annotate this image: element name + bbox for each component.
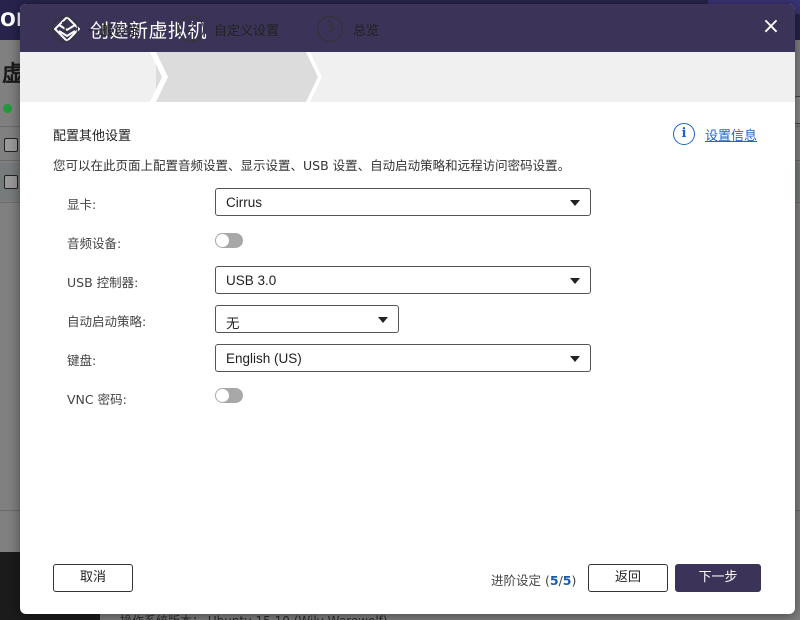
step-label: 一般设定 (88, 24, 141, 39)
keyboard-select[interactable]: English (US) (215, 344, 591, 372)
chevron-down-icon (378, 317, 388, 323)
chevron-down-icon (570, 356, 580, 362)
background-checkbox (4, 138, 18, 152)
toggle-knob (216, 234, 229, 247)
chevron-down-icon (570, 200, 580, 206)
step-general: 1 一般设定 (20, 4, 156, 54)
graphics-select[interactable]: Cirrus (215, 188, 591, 216)
audio-toggle[interactable] (215, 233, 243, 248)
step-separator-icon (306, 52, 322, 102)
keyboard-label: 键盘: (67, 353, 97, 368)
close-icon[interactable]: × (760, 16, 782, 38)
info-icon[interactable]: i (673, 123, 695, 145)
create-vm-dialog: 创建新虚拟机 × 1 一般设定 2 自定义设置 3 总览 配置其他设置 i 设置… (20, 4, 795, 614)
active-step-highlight (156, 52, 306, 102)
next-button[interactable]: 下一步 (675, 564, 761, 592)
step-custom: 2 自定义设置 (156, 4, 306, 54)
step-separator-icon (150, 52, 168, 102)
progress-current: 5 (549, 573, 559, 588)
section-title: 配置其他设置 (53, 129, 132, 144)
cancel-button[interactable]: 取消 (53, 564, 133, 592)
section-description: 您可以在此页面上配置音频设置、显示设置、USB 设置、自动启动策略和远程访问密码… (53, 158, 571, 173)
status-dot (3, 104, 12, 113)
chevron-down-icon (570, 278, 580, 284)
usb-select-value: USB 3.0 (226, 273, 277, 288)
progress-suffix: ) (571, 573, 577, 588)
keyboard-select-value: English (US) (226, 351, 302, 366)
vnc-label: VNC 密码: (67, 392, 127, 407)
autostart-select-value: 无 (226, 316, 240, 331)
back-button[interactable]: 返回 (588, 564, 668, 592)
step-number: 1 (52, 16, 78, 42)
step-label: 自定义设置 (214, 24, 280, 39)
usb-select[interactable]: USB 3.0 (215, 266, 591, 294)
usb-label: USB 控制器: (67, 275, 139, 290)
progress-prefix: 进阶设定 ( (491, 573, 550, 588)
settings-info-link[interactable]: 设置信息 (705, 125, 757, 144)
step-number: 2 (178, 16, 204, 42)
autostart-label: 自动启动策略: (67, 314, 147, 329)
step-number: 3 (317, 16, 343, 42)
audio-label: 音频设备: (67, 236, 122, 251)
step-label: 总览 (353, 24, 380, 39)
vnc-toggle[interactable] (215, 388, 243, 403)
graphics-select-value: Cirrus (226, 195, 262, 210)
autostart-select[interactable]: 无 (215, 305, 399, 333)
step-summary: 3 总览 (306, 4, 446, 54)
graphics-label: 显卡: (67, 197, 97, 212)
background-checkbox (4, 175, 18, 189)
advanced-settings-progress: 进阶设定 (5/5) (491, 570, 576, 589)
toggle-knob (216, 389, 229, 402)
wizard-steps (20, 52, 795, 102)
